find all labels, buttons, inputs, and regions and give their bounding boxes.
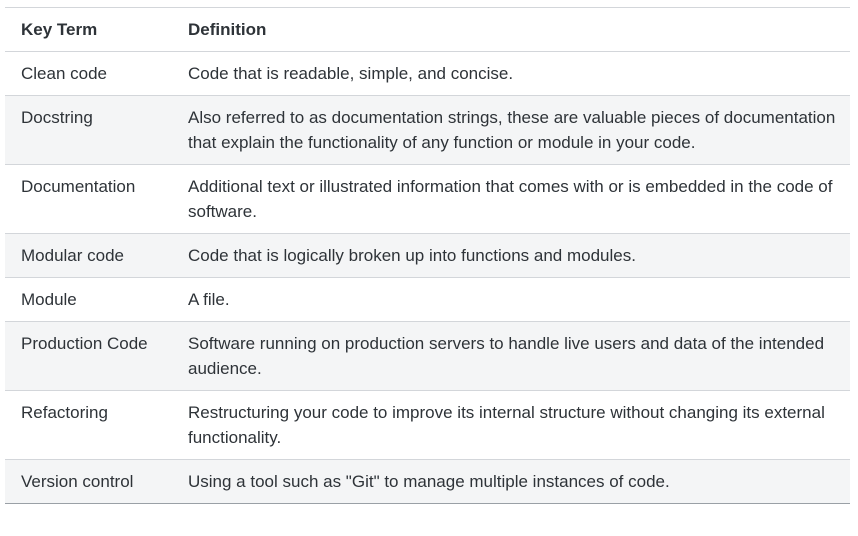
term-cell: Docstring xyxy=(5,95,172,165)
key-terms-table: Key Term Definition Clean code Code that… xyxy=(5,7,850,504)
definition-cell: Using a tool such as "Git" to manage mul… xyxy=(172,459,850,504)
term-cell: Module xyxy=(5,277,172,322)
definition-cell: A file. xyxy=(172,277,850,322)
table-row: Modular code Code that is logically brok… xyxy=(5,233,850,278)
table-row: Module A file. xyxy=(5,277,850,322)
table-row: Production Code Software running on prod… xyxy=(5,321,850,391)
table-row: Refactoring Restructuring your code to i… xyxy=(5,390,850,460)
column-header-key-term: Key Term xyxy=(5,7,172,52)
term-cell: Version control xyxy=(5,459,172,504)
definition-cell: Code that is readable, simple, and conci… xyxy=(172,51,850,96)
table-row: Documentation Additional text or illustr… xyxy=(5,164,850,234)
term-cell: Clean code xyxy=(5,51,172,96)
column-header-definition: Definition xyxy=(172,7,850,52)
definition-cell: Restructuring your code to improve its i… xyxy=(172,390,850,460)
term-cell: Documentation xyxy=(5,164,172,234)
definition-cell: Also referred to as documentation string… xyxy=(172,95,850,165)
table-row: Clean code Code that is readable, simple… xyxy=(5,51,850,96)
key-terms-table-container: Key Term Definition Clean code Code that… xyxy=(5,7,850,504)
term-cell: Refactoring xyxy=(5,390,172,460)
table-row: Docstring Also referred to as documentat… xyxy=(5,95,850,165)
definition-cell: Software running on production servers t… xyxy=(172,321,850,391)
definition-cell: Additional text or illustrated informati… xyxy=(172,164,850,234)
term-cell: Modular code xyxy=(5,233,172,278)
table-body: Clean code Code that is readable, simple… xyxy=(5,51,850,504)
definition-cell: Code that is logically broken up into fu… xyxy=(172,233,850,278)
term-cell: Production Code xyxy=(5,321,172,391)
table-row: Version control Using a tool such as "Gi… xyxy=(5,459,850,504)
header-row: Key Term Definition xyxy=(5,7,850,52)
table-header: Key Term Definition xyxy=(5,7,850,52)
